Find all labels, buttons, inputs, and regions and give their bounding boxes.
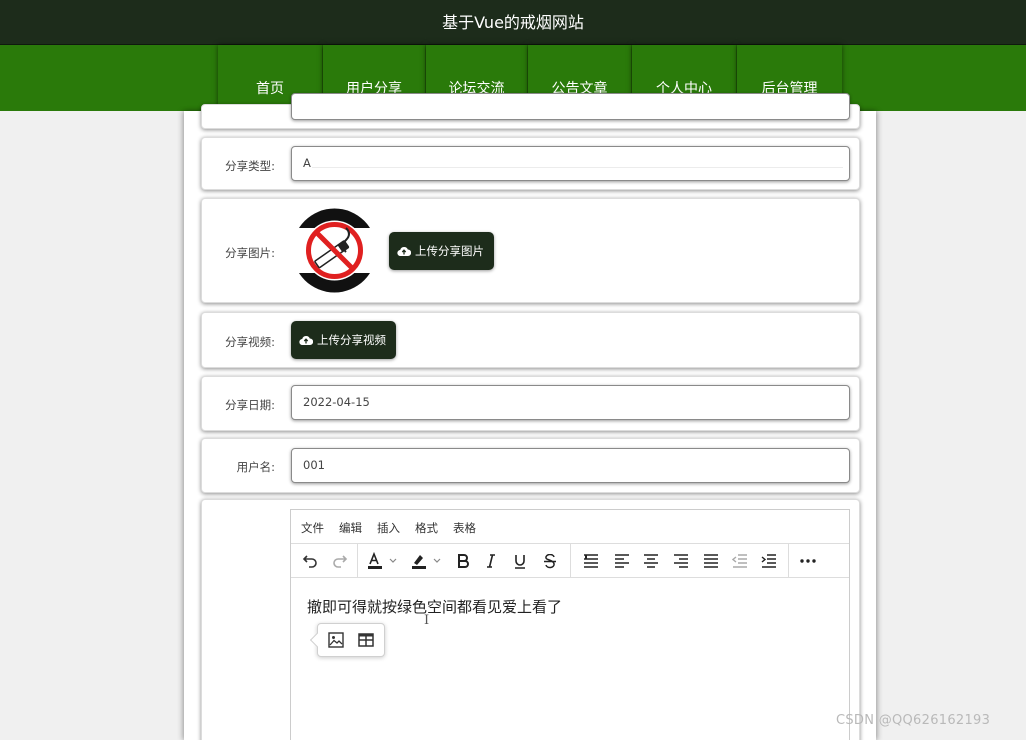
username-input[interactable]: 001 bbox=[291, 448, 850, 483]
more-icon[interactable] bbox=[796, 551, 820, 571]
underline-icon[interactable] bbox=[510, 551, 530, 571]
upload-image-label: 上传分享图片 bbox=[415, 244, 484, 258]
form-card-username: 用户名: 001 bbox=[201, 438, 860, 493]
menu-table[interactable]: 表格 bbox=[453, 520, 476, 536]
editor-toolbar bbox=[291, 544, 849, 578]
insert-image-icon[interactable] bbox=[328, 632, 344, 652]
cloud-upload-icon bbox=[299, 335, 313, 346]
text-cursor-icon: I bbox=[424, 613, 430, 628]
align-center-icon[interactable] bbox=[641, 551, 661, 571]
toolbar-separator bbox=[357, 544, 358, 578]
bold-icon[interactable] bbox=[453, 551, 473, 571]
align-justify-icon[interactable] bbox=[701, 551, 721, 571]
upload-video-button[interactable]: 上传分享视频 bbox=[291, 321, 396, 359]
cloud-upload-icon bbox=[397, 246, 411, 257]
menu-file[interactable]: 文件 bbox=[301, 520, 324, 536]
rich-text-editor: 文件 编辑 插入 格式 表格 撤即可得就按绿色空间都看见爱上看了 I bbox=[290, 509, 850, 740]
partial-input[interactable] bbox=[291, 93, 850, 120]
csdn-watermark: CSDN @QQ626162193 bbox=[836, 713, 991, 728]
editor-menubar: 文件 编辑 插入 格式 表格 bbox=[291, 510, 849, 544]
site-title: 基于Vue的戒烟网站 bbox=[442, 13, 584, 32]
toolbar-separator bbox=[570, 544, 571, 578]
share-date-label: 分享日期: bbox=[225, 398, 275, 412]
share-date-input[interactable]: 2022-04-15 bbox=[291, 385, 850, 420]
strikethrough-icon[interactable] bbox=[540, 551, 560, 571]
share-type-label: 分享类型: bbox=[225, 159, 275, 173]
form-card-share-video: 分享视频: 上传分享视频 bbox=[201, 312, 860, 368]
upload-video-label: 上传分享视频 bbox=[317, 333, 386, 347]
indent-icon[interactable] bbox=[759, 551, 779, 571]
outdent-icon[interactable] bbox=[730, 551, 750, 571]
no-smoking-thumbnail[interactable] bbox=[292, 208, 377, 293]
share-type-value: A bbox=[303, 156, 311, 170]
share-image-label: 分享图片: bbox=[225, 246, 275, 260]
menu-insert[interactable]: 插入 bbox=[377, 520, 400, 536]
menu-format[interactable]: 格式 bbox=[415, 520, 438, 536]
username-label: 用户名: bbox=[236, 460, 275, 474]
highlight-color-icon[interactable] bbox=[409, 551, 445, 571]
align-right-icon[interactable] bbox=[671, 551, 691, 571]
text-color-icon[interactable] bbox=[365, 551, 401, 571]
quick-insert-toolbar bbox=[309, 623, 385, 657]
italic-icon[interactable] bbox=[481, 551, 501, 571]
input-underline bbox=[312, 167, 843, 168]
share-type-input[interactable]: A bbox=[291, 146, 850, 181]
editor-content[interactable]: 撤即可得就按绿色空间都看见爱上看了 bbox=[307, 596, 562, 617]
line-height-icon[interactable] bbox=[581, 551, 601, 571]
insert-table-icon[interactable] bbox=[358, 632, 374, 652]
form-card-partial bbox=[201, 93, 860, 129]
quickbar-arrow bbox=[309, 632, 325, 648]
menu-edit[interactable]: 编辑 bbox=[339, 520, 362, 536]
upload-image-button[interactable]: 上传分享图片 bbox=[389, 232, 494, 270]
undo-icon[interactable] bbox=[299, 551, 321, 571]
site-header: 基于Vue的戒烟网站 bbox=[0, 0, 1026, 45]
form-card-share-date: 分享日期: 2022-04-15 bbox=[201, 376, 860, 431]
no-smoking-icon bbox=[292, 208, 377, 293]
form-card-share-image: 分享图片: 上传分享图片 bbox=[201, 198, 860, 303]
toolbar-separator bbox=[788, 544, 789, 578]
redo-icon[interactable] bbox=[329, 551, 351, 571]
form-card-share-type: 分享类型: A bbox=[201, 137, 860, 190]
share-video-label: 分享视频: bbox=[225, 335, 275, 349]
align-left-icon[interactable] bbox=[612, 551, 632, 571]
